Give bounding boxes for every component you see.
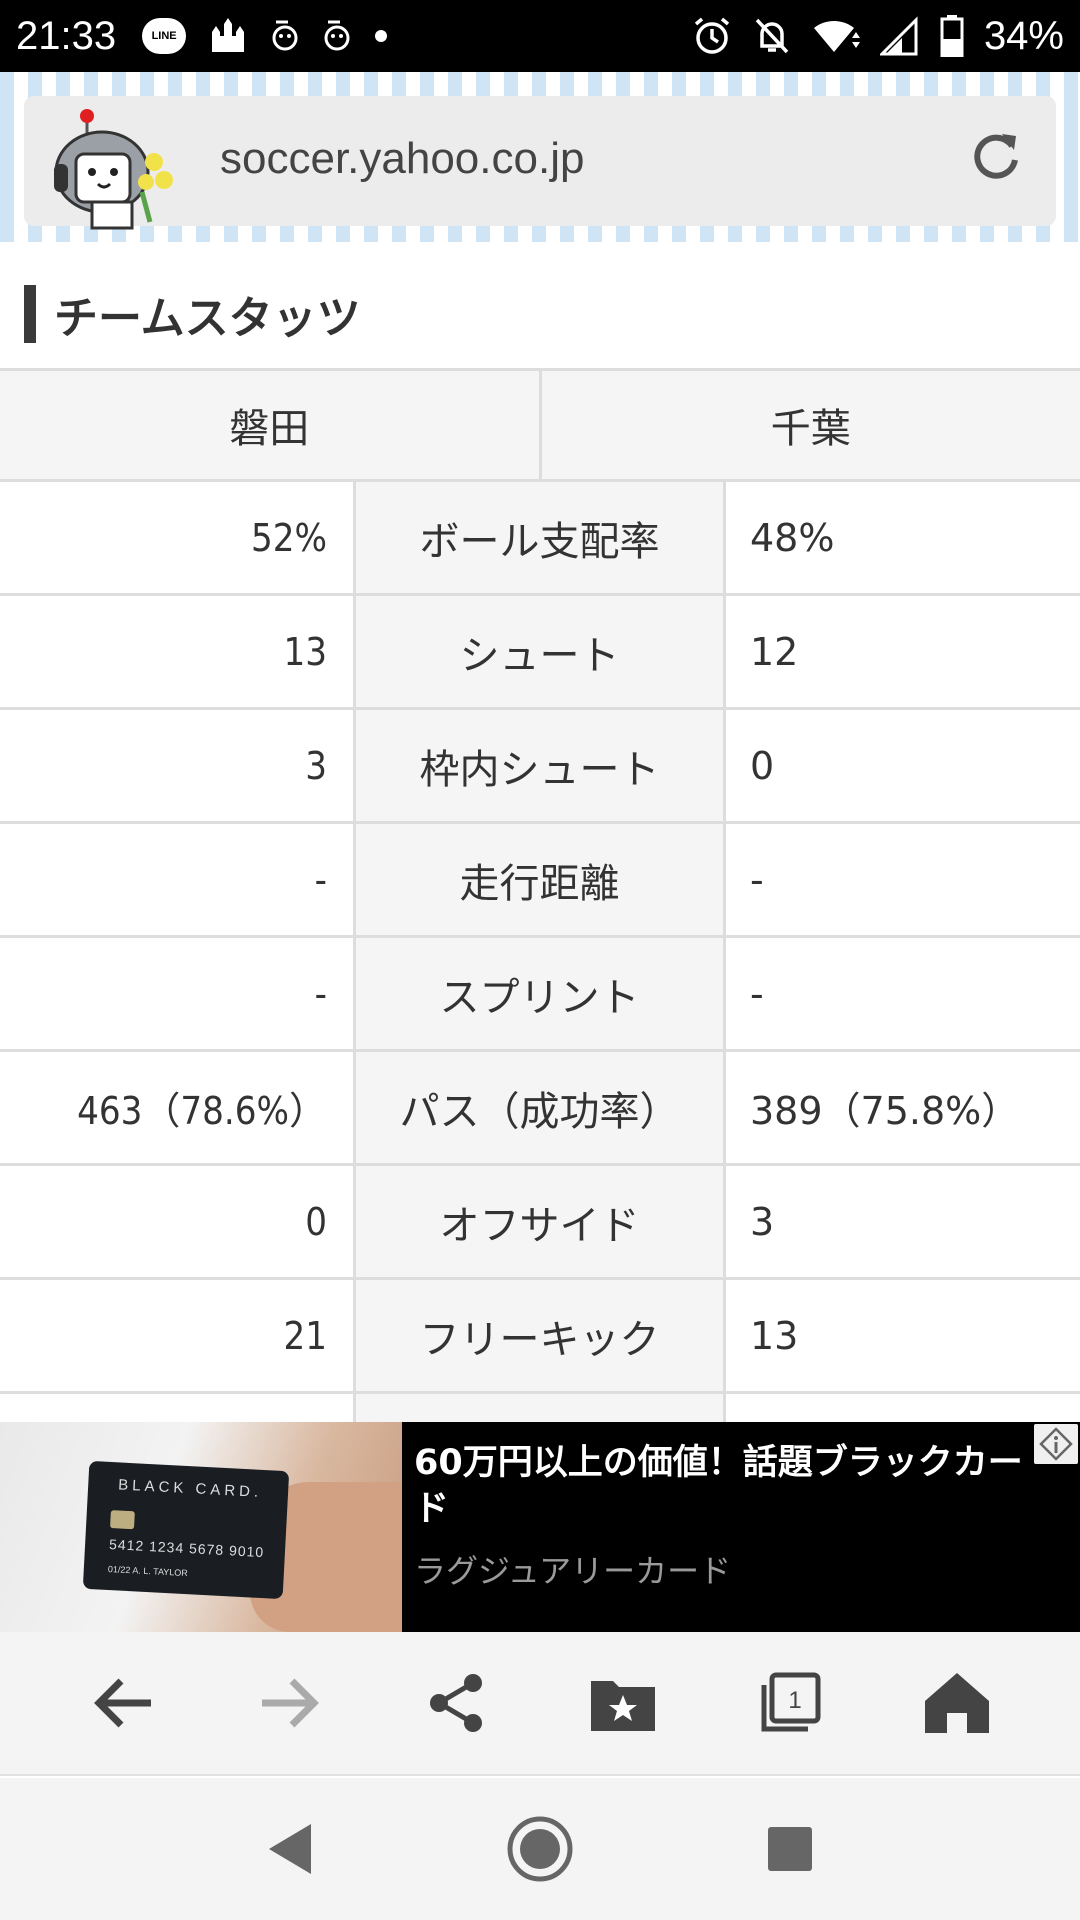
away-value: 13 [726,1280,1080,1391]
reload-button[interactable] [966,126,1026,186]
notification-icon [322,18,352,54]
table-row-partial [0,1394,1080,1424]
battery-icon [940,15,964,57]
card-title: BLACK CARD. [117,1476,263,1501]
ad-subtitle[interactable]: ラグジュアリーカード [414,1546,1080,1592]
back-button[interactable] [83,1663,163,1743]
table-row: - スプリント - [0,938,1080,1052]
home-value: 13 [0,596,356,707]
mascot-icon [42,102,182,232]
stat-label: 走行距離 [356,824,726,935]
share-icon [429,1674,482,1732]
mute-icon [752,16,792,56]
table-row: 0 オフサイド 3 [0,1166,1080,1280]
share-button[interactable] [417,1663,497,1743]
signal-icon [879,16,920,56]
stat-label: パス（成功率） [356,1052,726,1163]
bookmarks-button[interactable] [583,1663,663,1743]
home-button[interactable] [917,1663,997,1743]
stat-label: フリーキック [356,1280,726,1391]
nav-recents-button[interactable] [750,1809,830,1889]
stat-label: ボール支配率 [356,482,726,593]
team-stats-table: 磐田 千葉 52% ボール支配率 48% 13 シュート 12 3 枠内シュート… [0,368,1080,1424]
status-right: 34% [692,14,1064,59]
ad-title[interactable]: 60万円以上の価値！話題ブラックカード [414,1440,1044,1532]
away-team-name: 千葉 [770,406,851,452]
away-value: - [726,824,1080,935]
browser-toolbar: 1 [0,1632,1080,1776]
home-icon [924,1673,989,1733]
notification-icon [270,18,300,54]
black-card-image: BLACK CARD. 5412 1234 5678 9010 01/22 A.… [82,1460,290,1600]
tab-count: 1 [788,1687,801,1714]
url-area: soccer.yahoo.co.jp [0,72,1080,242]
nav-home-button[interactable] [500,1809,580,1889]
table-row: 463（78.6%） パス（成功率） 389（75.8%） [0,1052,1080,1166]
table-row: 3 枠内シュート 0 [0,710,1080,824]
circle-home-icon [507,1816,573,1882]
away-value: - [726,938,1080,1049]
dot-icon [374,29,388,43]
home-value: 3 [0,710,356,821]
away-value: 389（75.8%） [726,1052,1080,1163]
battery-percent: 34% [983,13,1064,58]
back-arrow-icon [94,1678,152,1728]
home-value: 463（78.6%） [0,1052,356,1163]
home-value: 52% [0,482,356,593]
tabs-icon: 1 [761,1672,821,1732]
status-time: 21:33 [16,13,117,58]
ad-info-icon[interactable] [1034,1424,1078,1464]
triangle-back-icon [269,1824,311,1874]
section-heading: チームスタッツ [24,284,361,344]
card-holder: 01/22 A. L. TAYLOR [108,1564,188,1578]
url-text[interactable]: soccer.yahoo.co.jp [220,134,584,184]
stat-label: 枠内シュート [356,710,726,821]
home-value: - [0,824,356,935]
away-value: 12 [726,596,1080,707]
tabs-button[interactable]: 1 [750,1663,830,1743]
reload-icon [974,134,1018,179]
away-value-cut [726,1394,1080,1424]
bookmark-folder-icon [591,1681,656,1731]
system-nav-bar [0,1778,1080,1920]
status-bar: 21:33 LINE 34% [0,0,1080,72]
heading-accent-bar [24,285,36,343]
home-value-cut [0,1394,356,1424]
stat-label: スプリント [356,938,726,1049]
home-team-name: 磐田 [0,371,542,479]
ad-banner[interactable]: BLACK CARD. 5412 1234 5678 9010 01/22 A.… [0,1422,1080,1632]
stat-label-cut [356,1394,726,1424]
stat-label: オフサイド [356,1166,726,1277]
stat-label: シュート [356,596,726,707]
nav-back-button[interactable] [250,1809,330,1889]
forward-button[interactable] [250,1663,330,1743]
line-icon: LINE [142,18,187,54]
away-value: 3 [726,1166,1080,1277]
url-bar[interactable]: soccer.yahoo.co.jp [24,96,1056,230]
ad-image[interactable]: BLACK CARD. 5412 1234 5678 9010 01/22 A.… [0,1422,402,1632]
home-value: 21 [0,1280,356,1391]
forward-arrow-icon [261,1678,319,1728]
home-value: 0 [0,1166,356,1277]
alarm-icon [692,16,732,56]
card-holder-name: A. L. TAYLOR [132,1565,189,1579]
home-value: - [0,938,356,1049]
castle-icon [208,18,248,54]
away-value: 48% [726,482,1080,593]
away-value: 0 [726,710,1080,821]
table-row: - 走行距離 - [0,824,1080,938]
table-row: 13 シュート 12 [0,596,1080,710]
table-row: 21 フリーキック 13 [0,1280,1080,1394]
card-chip [109,1510,135,1530]
square-recents-icon [768,1827,812,1871]
team-header-row: 磐田 千葉 [0,368,1080,482]
page-title: チームスタッツ [54,293,361,344]
card-number: 5412 1234 5678 9010 [108,1536,265,1561]
card-expiry: 01/22 [107,1563,131,1576]
wifi-icon [812,16,860,56]
notification-icons: LINE [142,18,388,54]
table-row: 52% ボール支配率 48% [0,482,1080,596]
ad-text[interactable]: 60万円以上の価値！話題ブラックカード ラグジュアリーカード [402,1422,1080,1632]
